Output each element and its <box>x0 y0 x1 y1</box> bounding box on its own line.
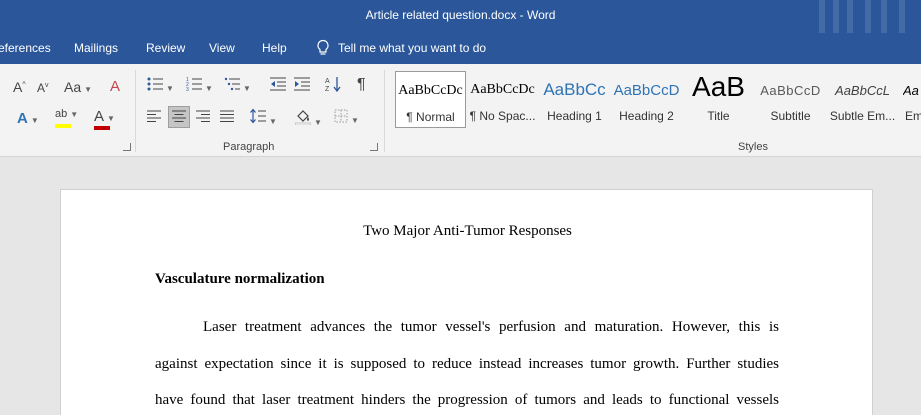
styles-group-label: Styles <box>738 141 768 153</box>
grow-font-button[interactable]: A^ <box>13 79 26 95</box>
svg-text:Z: Z <box>325 86 330 92</box>
align-center-icon <box>172 110 186 122</box>
tab-help[interactable]: Help <box>262 41 287 55</box>
align-left-button[interactable] <box>147 110 161 125</box>
style-emphasis[interactable]: Aa Em <box>899 71 921 128</box>
increase-indent-icon <box>294 77 310 91</box>
line-spacing-button[interactable]: ▼ <box>250 108 277 127</box>
decrease-indent-icon <box>270 77 286 91</box>
style-heading-1[interactable]: AaBbCc Heading 1 <box>539 71 610 128</box>
paragraph-group-label: Paragraph <box>223 141 275 153</box>
window-title: Article related question.docx - Word <box>365 8 556 22</box>
align-left-icon <box>147 110 161 122</box>
section-heading: Vasculature normalization <box>155 271 325 287</box>
justify-icon <box>220 110 234 122</box>
tab-review[interactable]: Review <box>146 41 185 55</box>
align-center-button[interactable] <box>172 110 186 125</box>
decrease-indent-button[interactable] <box>270 77 286 94</box>
numbered-list-icon: 123 <box>186 77 202 93</box>
svg-text:A: A <box>325 78 330 85</box>
tab-mailings[interactable]: Mailings <box>74 41 118 55</box>
shading-button[interactable]: ▼ <box>294 108 322 128</box>
text-effects-button[interactable]: A ▼ <box>17 110 39 127</box>
style-subtitle[interactable]: AaBbCcD Subtitle <box>755 71 826 128</box>
separator <box>384 70 385 152</box>
change-case-button[interactable]: Aa ▼ <box>64 79 92 95</box>
increase-indent-button[interactable] <box>294 77 310 94</box>
style-heading-2[interactable]: AaBbCcD Heading 2 <box>611 71 682 128</box>
line-spacing-icon <box>250 108 266 124</box>
numbering-button[interactable]: 123 ▼ <box>186 77 213 94</box>
document-title: Two Major Anti-Tumor Responses <box>363 223 572 239</box>
tell-me-box[interactable]: Tell me what you want to do <box>316 39 486 56</box>
bullet-list-icon <box>147 77 163 91</box>
lightbulb-icon <box>317 39 329 55</box>
tell-me-label: Tell me what you want to do <box>338 40 487 55</box>
title-bar: Article related question.docx - Word <box>0 0 921 33</box>
document-page[interactable]: Two Major Anti-Tumor Responses Vasculatu… <box>60 189 873 415</box>
bullets-button[interactable]: ▼ <box>147 77 174 94</box>
highlight-color-bar <box>55 124 71 128</box>
paint-bucket-icon <box>294 110 312 126</box>
style-title[interactable]: AaB Title <box>683 71 754 128</box>
style-no-spacing[interactable]: AaBbCcDc ¶ No Spac... <box>467 71 538 128</box>
separator <box>135 70 136 152</box>
sort-az-icon: AZ <box>325 77 341 93</box>
style-subtle-emphasis[interactable]: AaBbCcL Subtle Em... <box>827 71 898 128</box>
align-right-button[interactable] <box>196 110 210 125</box>
align-right-icon <box>196 110 210 122</box>
shrink-font-button[interactable]: Av <box>37 81 49 95</box>
ribbon: A^ Av Aa ▼ A A ▼ ab ▼ A ▼ ▼ 123 ▼ ▼ A Z … <box>0 64 921 157</box>
document-canvas[interactable]: Two Major Anti-Tumor Responses Vasculatu… <box>0 157 921 415</box>
sort-button[interactable]: AZ <box>325 76 341 95</box>
tab-references[interactable]: eferences <box>0 41 51 55</box>
multilevel-list-icon <box>224 77 240 91</box>
paragraph-line: Laser treatment advances the tumor vesse… <box>203 319 779 335</box>
font-color-button[interactable]: A ▼ <box>94 108 115 130</box>
borders-icon <box>334 109 348 123</box>
paragraph-line: have found that laser treatment hinders … <box>155 392 779 408</box>
font-color-bar <box>94 126 110 130</box>
paragraph-dialog-launcher[interactable] <box>370 143 378 151</box>
highlight-button[interactable]: ab ▼ <box>55 108 78 128</box>
show-formatting-button[interactable]: ¶ <box>357 76 366 94</box>
title-bar-decoration <box>811 0 921 33</box>
tab-view[interactable]: View <box>209 41 235 55</box>
style-normal[interactable]: AaBbCcDc ¶ Normal <box>395 71 466 128</box>
ribbon-tabs: eferences Mailings Review View Help Tell… <box>0 33 921 64</box>
paragraph-line: against expectation since it is supposed… <box>155 356 779 372</box>
svg-text:3: 3 <box>186 87 189 91</box>
borders-button[interactable]: ▼ <box>334 109 359 126</box>
multilevel-list-button[interactable]: ▼ <box>224 77 251 94</box>
font-dialog-launcher[interactable] <box>123 143 131 151</box>
justify-button[interactable] <box>220 110 234 125</box>
clear-formatting-button[interactable]: A <box>110 78 120 95</box>
